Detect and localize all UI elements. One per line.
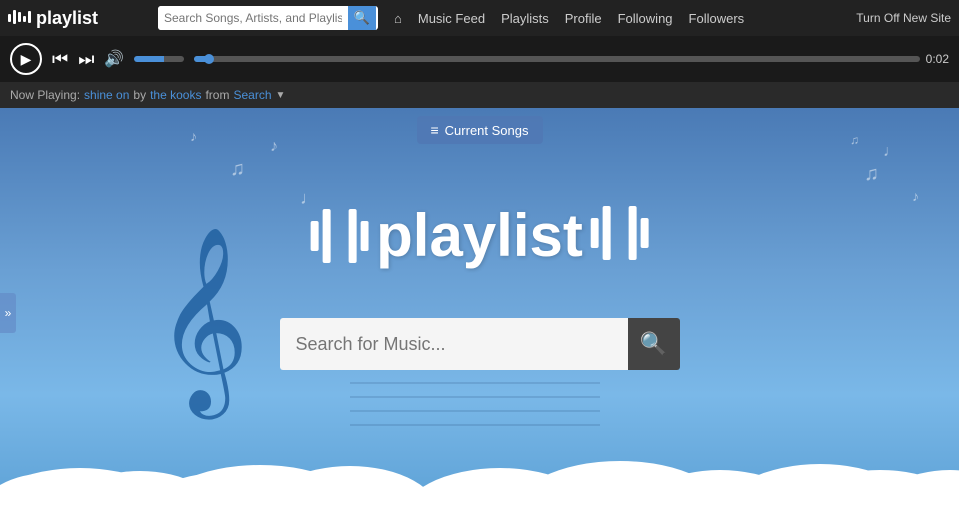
play-icon: ▶ [21, 51, 32, 68]
nav-following[interactable]: Following [612, 11, 679, 26]
nav-playlists[interactable]: Playlists [495, 11, 555, 26]
progress-container: 0:02 [194, 52, 949, 66]
next-icon: ⏭ [78, 49, 94, 69]
logo-icon [8, 8, 32, 28]
now-playing-label: Now Playing: [10, 88, 80, 102]
center-logo-icon [308, 201, 368, 271]
top-navigation: playlist 🔍 ⌂ Music Feed Playlists Profil… [0, 0, 959, 36]
play-button[interactable]: ▶ [10, 43, 42, 75]
nav-links: ⌂ Music Feed Playlists Profile Following… [388, 11, 846, 26]
music-note-5: ♫ [864, 163, 879, 186]
search-button-top[interactable]: 🔍 [348, 6, 376, 30]
song-name[interactable]: shine on [84, 88, 129, 102]
search-icon-top: 🔍 [354, 10, 370, 26]
progress-handle[interactable] [204, 54, 214, 64]
music-note-7: ♪ [912, 188, 919, 204]
clouds-decoration [0, 438, 959, 518]
artist-name[interactable]: the kooks [150, 88, 201, 102]
current-songs-button[interactable]: ≡ Current Songs [417, 116, 543, 144]
center-logo-text: playlist [376, 201, 583, 270]
main-content: ≡ Current Songs » ♫ ♪ ♩ ♪ ♫ ♩ ♪ ♫ 𝄞 play… [0, 108, 959, 518]
prev-icon: ⏮ [52, 49, 68, 69]
main-search-area: 🔍 [280, 318, 680, 370]
nav-music-feed[interactable]: Music Feed [412, 11, 491, 26]
nav-profile[interactable]: Profile [559, 11, 608, 26]
side-panel-toggle[interactable]: » [0, 293, 16, 333]
top-search-bar[interactable]: 🔍 [158, 6, 378, 30]
progress-bar[interactable] [194, 56, 919, 62]
music-note-4: ♪ [190, 128, 197, 144]
volume-slider[interactable] [134, 56, 184, 62]
from-label: from [205, 88, 229, 102]
next-button[interactable]: ⏭ [78, 49, 94, 70]
music-note-8: ♫ [850, 133, 859, 147]
music-note-2: ♪ [270, 138, 278, 156]
music-note-6: ♩ [883, 143, 899, 161]
source-name[interactable]: Search [233, 88, 271, 102]
treble-clef-decoration: 𝄞 [155, 238, 250, 398]
time-display: 0:02 [926, 52, 949, 66]
now-playing-bar: Now Playing: shine on by the kooks from … [0, 82, 959, 108]
current-songs-label: Current Songs [445, 123, 529, 138]
now-playing-dropdown[interactable]: ▼ [276, 90, 286, 101]
app-logo-text: playlist [36, 8, 98, 29]
music-note-1: ♫ [230, 158, 245, 181]
nav-followers[interactable]: Followers [683, 11, 751, 26]
search-input[interactable] [158, 6, 348, 30]
staff-lines-decoration [350, 368, 600, 438]
center-logo: playlist [308, 198, 651, 273]
list-icon: ≡ [431, 122, 439, 138]
by-label: by [133, 88, 146, 102]
volume-icon: 🔊 [104, 49, 124, 69]
home-icon-nav[interactable]: ⌂ [388, 11, 408, 26]
logo-area: playlist [8, 8, 148, 29]
main-search-input[interactable] [280, 318, 628, 370]
turn-off-new-site-button[interactable]: Turn Off New Site [856, 11, 951, 25]
center-logo-icon-right [591, 198, 651, 273]
search-icon-main: 🔍 [640, 331, 667, 357]
player-bar: ▶ ⏮ ⏭ 🔊 0:02 [0, 36, 959, 82]
main-search-button[interactable]: 🔍 [628, 318, 680, 370]
previous-button[interactable]: ⏮ [52, 49, 68, 70]
